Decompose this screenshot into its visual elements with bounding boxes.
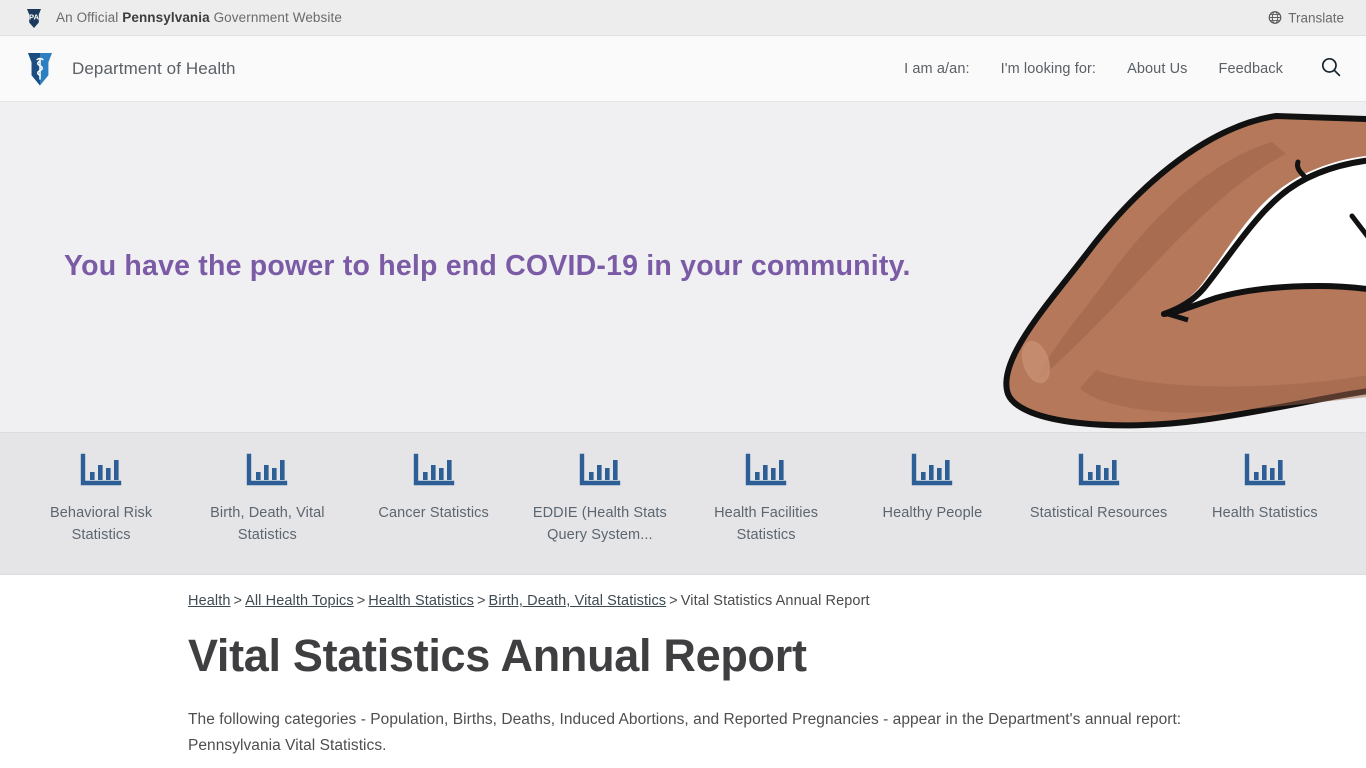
breadcrumb-link-birth-death-vital-statistics[interactable]: Birth, Death, Vital Statistics [489, 593, 667, 609]
notice-suffix: Government Website [209, 10, 342, 25]
bar-chart-icon [78, 453, 124, 489]
breadcrumb-link-health-statistics[interactable]: Health Statistics [368, 593, 474, 609]
official-site-notice: An Official Pennsylvania Government Webs… [56, 10, 342, 25]
bar-chart-icon [909, 453, 955, 489]
nav-item-feedback[interactable]: Feedback [1219, 61, 1283, 77]
pa-keystone-icon: PA [22, 6, 46, 30]
notice-state-name: Pennsylvania [122, 10, 210, 25]
nav-item-about-us[interactable]: About Us [1127, 61, 1187, 77]
stat-tile-eddie-health-stats-query-system[interactable]: EDDIE (Health Stats Query System... [517, 453, 683, 547]
health-statistics-tiles: Behavioral Risk Statistics Birth, Death,… [0, 432, 1366, 575]
brand-name: Department of Health [72, 58, 236, 78]
official-government-banner: PA An Official Pennsylvania Government W… [0, 0, 1366, 36]
page-title: Vital Statistics Annual Report [188, 630, 807, 681]
svg-text:PA: PA [29, 12, 40, 21]
breadcrumb-link-all-health-topics[interactable]: All Health Topics [245, 593, 354, 609]
intro-paragraph: The following categories - Population, B… [188, 710, 1182, 755]
search-icon [1320, 56, 1342, 81]
breadcrumb-separator: > [476, 593, 486, 609]
brand-home-link[interactable]: Department of Health [22, 50, 236, 88]
breadcrumb-current-page: Vital Statistics Annual Report [680, 593, 870, 609]
nav-item-i-am-a[interactable]: I am a/an: [904, 61, 969, 77]
main-navigation: I am a/an: I'm looking for: About Us Fee… [904, 56, 1344, 82]
stat-tile-label: Behavioral Risk Statistics [50, 505, 153, 544]
bar-chart-icon [411, 453, 457, 489]
stat-tile-behavioral-risk-statistics[interactable]: Behavioral Risk Statistics [18, 453, 184, 547]
bar-chart-icon [743, 453, 789, 489]
site-header: Department of Health I am a/an: I'm look… [0, 36, 1366, 102]
search-button[interactable] [1318, 56, 1344, 82]
hero-banner: You have the power to help end COVID-19 … [0, 102, 1366, 432]
breadcrumb-separator: > [233, 593, 243, 609]
stat-tile-cancer-statistics[interactable]: Cancer Statistics [351, 453, 517, 524]
stat-tile-birth-death-vital-statistics[interactable]: Birth, Death, Vital Statistics [184, 453, 350, 547]
bar-chart-icon [577, 453, 623, 489]
stat-tile-statistical-resources[interactable]: Statistical Resources [1016, 453, 1182, 524]
globe-icon [1268, 11, 1282, 25]
page-content: Health > All Health Topics > Health Statisti… [0, 575, 1366, 760]
stat-tile-label: EDDIE (Health Stats Query System... [532, 505, 667, 544]
breadcrumb-separator: > [356, 593, 366, 609]
stat-tile-healthy-people[interactable]: Healthy People [849, 453, 1015, 524]
bar-chart-icon [244, 453, 290, 489]
bar-chart-icon [1242, 453, 1288, 489]
hero-headline-wrap: You have the power to help end COVID-19 … [64, 102, 1064, 432]
translate-button[interactable]: Translate [1268, 10, 1344, 25]
stat-tile-label: Cancer Statistics [378, 505, 489, 521]
breadcrumb-link-health[interactable]: Health [188, 593, 231, 609]
stat-tile-label: Health Statistics [1212, 505, 1318, 521]
stat-tile-health-facilities-statistics[interactable]: Health Facilities Statistics [683, 453, 849, 547]
gov-banner-left: PA An Official Pennsylvania Government W… [22, 6, 342, 30]
stat-tile-health-statistics[interactable]: Health Statistics [1182, 453, 1348, 524]
breadcrumb: Health > All Health Topics > Health Statisti… [183, 593, 1183, 609]
stat-tile-label: Birth, Death, Vital Statistics [210, 505, 325, 544]
stat-tile-label: Healthy People [882, 505, 983, 521]
stat-tile-label: Statistical Resources [1029, 505, 1168, 521]
stat-tile-label: Health Facilities Statistics [714, 505, 819, 544]
translate-label: Translate [1288, 10, 1344, 25]
bar-chart-icon [1076, 453, 1122, 489]
department-of-health-logo-icon [22, 50, 58, 88]
nav-item-im-looking-for[interactable]: I'm looking for: [1001, 61, 1096, 77]
notice-prefix: An Official [56, 10, 123, 25]
hero-headline: You have the power to help end COVID-19 … [64, 250, 911, 283]
breadcrumb-separator: > [669, 593, 678, 609]
